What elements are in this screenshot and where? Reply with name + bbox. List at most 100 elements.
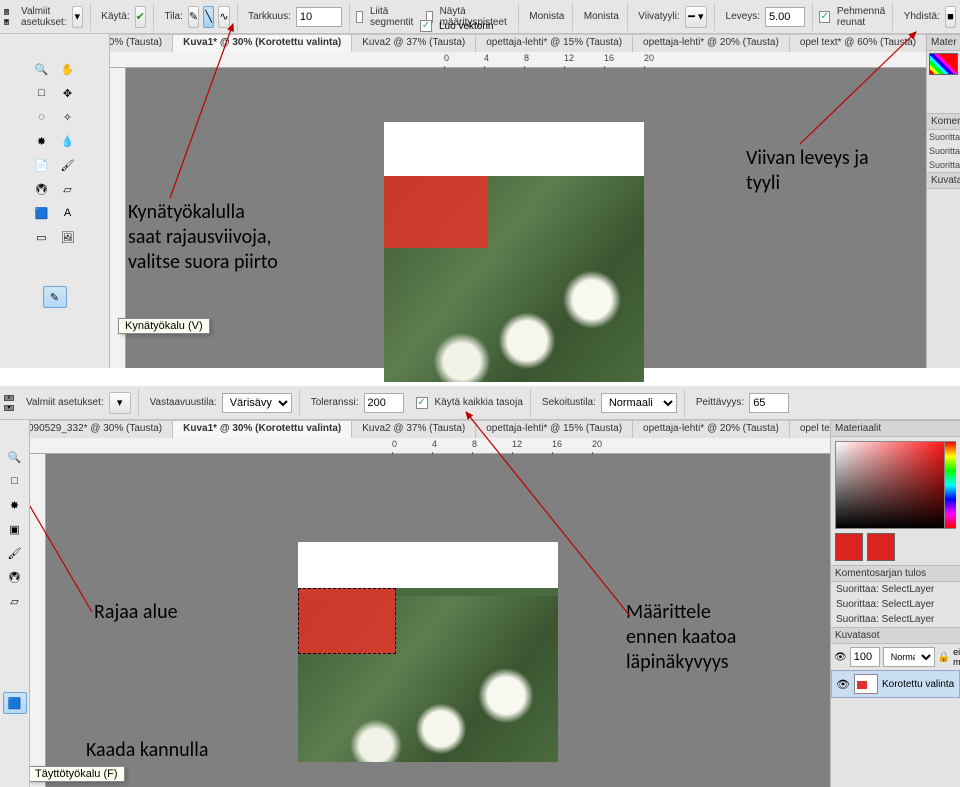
tool-picture[interactable]: 🖼 <box>56 226 80 248</box>
tooltip-pen: Kynätyökalu (V) <box>118 318 210 334</box>
left-toolbox-2: 🔍 □ ✸ ▣ 🖌 🖲 ▱ 🟦 <box>0 420 30 787</box>
script-line: Suorittaa: SelectLayer <box>831 612 960 627</box>
panel-materials[interactable]: Mater <box>927 34 960 51</box>
tick: 8 <box>472 439 477 449</box>
panel-layers-head[interactable]: Kuvatasot <box>831 627 960 644</box>
tool-fill[interactable]: 🟦 <box>30 202 54 224</box>
checkbox-vector-row: Luo vektorin <box>420 20 493 32</box>
mode-line-icon[interactable]: ╲ <box>203 6 214 28</box>
width-input[interactable] <box>765 7 805 27</box>
fg-swatch[interactable] <box>835 533 863 561</box>
panel-scriptoutput-head[interactable]: Komentosarjan tulos <box>831 565 960 582</box>
checkbox-all-layers[interactable] <box>416 397 428 409</box>
tab-2[interactable]: Kuva2 @ 37% (Tausta) <box>352 420 476 438</box>
tab-3[interactable]: opettaja-lehti* @ 15% (Tausta) <box>476 420 633 438</box>
precision-input[interactable] <box>296 7 342 27</box>
preset-dropdown[interactable]: ▾ <box>109 392 131 414</box>
tool-select-shape[interactable]: ◌ <box>30 106 54 128</box>
action-line: Suoritta <box>927 130 960 144</box>
label-tolerance: Toleranssi: <box>311 397 359 408</box>
action-line: Suoritta <box>927 144 960 158</box>
tab-1[interactable]: Kuva1* @ 30% (Korotettu valinta) <box>173 34 352 52</box>
lock-icon[interactable]: 🔒 <box>938 652 950 663</box>
image-red-selection <box>298 588 396 654</box>
checkbox-antialias[interactable] <box>819 11 829 23</box>
palette-grip[interactable]: x▾ <box>4 9 9 25</box>
tool-select-rect[interactable]: □ <box>30 82 54 104</box>
ruler-horizontal: 0 4 8 12 16 20 <box>110 52 960 68</box>
preset-dropdown[interactable]: ▾ <box>72 6 83 28</box>
tool-brush[interactable]: 🖌 <box>56 154 80 176</box>
tool-wand[interactable]: ✸ <box>30 130 54 152</box>
tool-clone[interactable]: 🖲 <box>30 178 54 200</box>
opacity-input[interactable] <box>749 393 789 413</box>
checkbox-vector[interactable] <box>420 20 432 32</box>
ruler-horizontal-2: 0 4 8 12 16 20 <box>30 438 960 454</box>
use-apply-icon[interactable]: ✔ <box>135 6 146 28</box>
tab-0[interactable]: 090529_332* @ 30% (Tausta) <box>18 420 173 438</box>
canvas-image[interactable] <box>384 122 644 382</box>
palette-grip[interactable]: x▾ <box>4 395 14 411</box>
options-bar-2: x▾ Valmiit asetukset: ▾ Vastaavuustila: … <box>0 386 960 420</box>
blend-select[interactable]: Normaali <box>601 393 677 413</box>
ruler-vertical-2 <box>30 454 46 787</box>
tab-2[interactable]: Kuva2 @ 37% (Tausta) <box>352 34 476 52</box>
matchmode-select[interactable]: Värisävy <box>222 393 292 413</box>
eye-icon[interactable]: 👁 <box>836 678 850 691</box>
tool-move[interactable]: ✥ <box>56 82 80 104</box>
panel-layers[interactable]: Kuvata <box>927 172 960 189</box>
tab-1[interactable]: Kuva1* @ 30% (Korotettu valinta) <box>173 420 352 438</box>
tick: 20 <box>592 439 602 449</box>
canvas-image-2[interactable] <box>298 542 558 762</box>
mode-curve-icon[interactable]: ∿ <box>218 6 229 28</box>
label-matchmode: Vastaavuustila: <box>150 397 217 408</box>
label-all-layers: Käytä kaikkia tasoja <box>435 397 523 408</box>
annotation-line-style: Viivan leveys ja tyyli <box>746 146 869 196</box>
layer-row-active[interactable]: 👁 Korotettu valinta <box>831 670 960 698</box>
tool-zoom[interactable]: 🔍 <box>3 446 27 468</box>
tool-wand[interactable]: ✸ <box>3 494 27 516</box>
tooltip-bucket: Täyttötyökalu (F) <box>28 766 125 782</box>
color-spectrum[interactable] <box>929 53 958 75</box>
label-precision: Tarkkuus: <box>248 11 291 22</box>
tick: 8 <box>524 53 529 63</box>
tool-freeselect[interactable]: ✧ <box>56 106 80 128</box>
tab-4[interactable]: opettaja-lehti* @ 20% (Tausta) <box>633 420 790 438</box>
layer-opacity-input[interactable] <box>850 647 880 667</box>
linestyle-picker[interactable]: ━ ▾ <box>685 6 707 28</box>
tab-5[interactable]: opel text* @ 60% (Tausta) <box>790 34 927 52</box>
layer-thumb <box>854 674 878 694</box>
tool-crop[interactable]: 📄 <box>30 154 54 176</box>
join-picker[interactable]: ■ <box>945 6 956 28</box>
tool-pen[interactable]: ✎ <box>43 286 67 308</box>
tool-select[interactable]: □ <box>3 470 27 492</box>
tool-clone[interactable]: 🖲 <box>3 566 27 588</box>
panel-actions[interactable]: Komer <box>927 113 960 130</box>
tool-hand[interactable]: ✋ <box>56 58 80 80</box>
tool-eraser[interactable]: ▱ <box>56 178 80 200</box>
right-panel-2: Materiaalit Komentosarjan tulos Suoritta… <box>830 420 960 787</box>
tab-4[interactable]: opettaja-lehti* @ 20% (Tausta) <box>633 34 790 52</box>
tolerance-input[interactable] <box>364 393 404 413</box>
image-red-region <box>384 176 488 248</box>
checkbox-segments[interactable] <box>356 11 363 23</box>
tool-fill-bucket[interactable]: 🟦 <box>3 692 27 714</box>
tab-3[interactable]: opettaja-lehti* @ 15% (Tausta) <box>476 34 633 52</box>
tool-crop[interactable]: ▣ <box>3 518 27 540</box>
tool-brush[interactable]: 🖌 <box>3 542 27 564</box>
top-screenshot: x▾ Valmiit asetukset: ▾ Käytä: ✔ Tila: ✎… <box>0 0 960 368</box>
panel-materials-head[interactable]: Materiaalit <box>831 420 960 437</box>
mode-draw-icon[interactable]: ✎ <box>188 6 199 28</box>
tool-text[interactable]: A <box>56 202 80 224</box>
bg-swatch[interactable] <box>867 533 895 561</box>
tool-zoom[interactable]: 🔍 <box>30 58 54 80</box>
color-picker[interactable] <box>835 441 956 529</box>
layer-blend-select[interactable]: Normaali <box>883 647 935 667</box>
tick: 0 <box>444 53 449 63</box>
layer-name: Korotettu valinta <box>882 679 954 690</box>
tool-shape[interactable]: ▭ <box>30 226 54 248</box>
eye-icon[interactable]: 👁 <box>834 652 847 663</box>
tool-erase[interactable]: ▱ <box>3 590 27 612</box>
label-use: Käytä: <box>101 11 129 22</box>
tool-dropper[interactable]: 💧 <box>56 130 80 152</box>
